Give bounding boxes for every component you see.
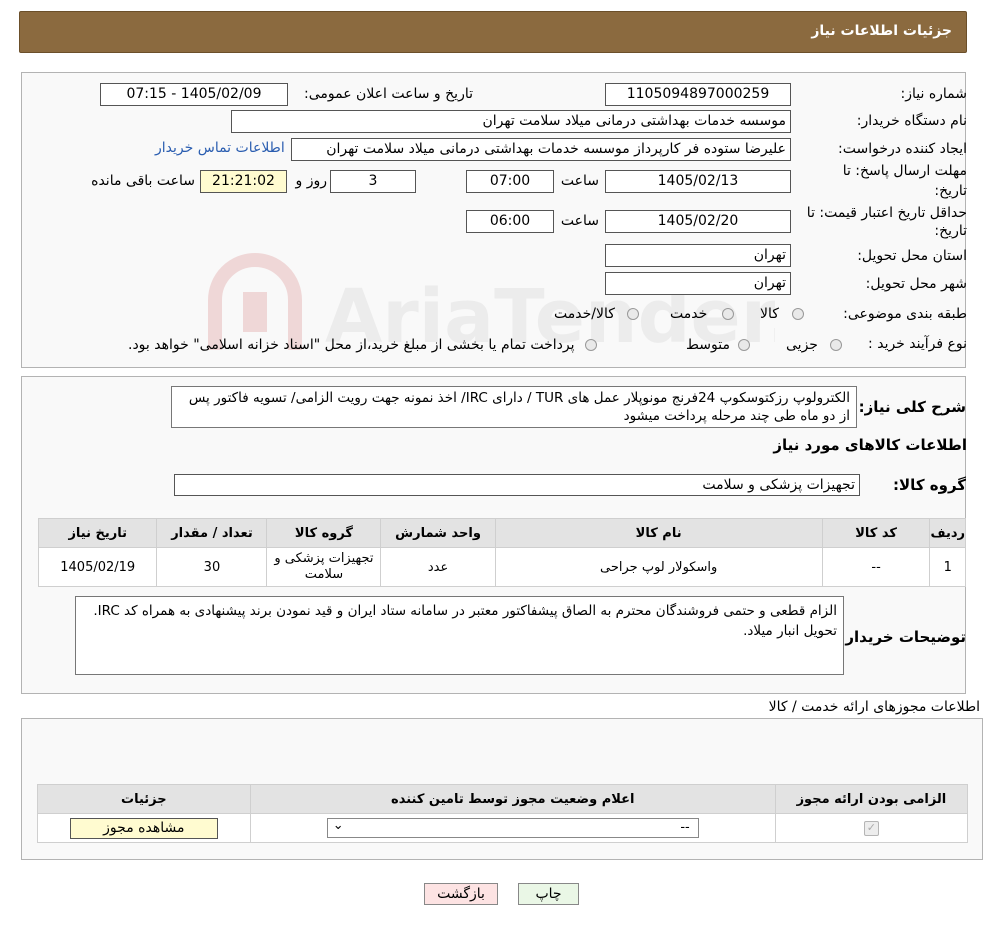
category-option-goods: کالا [760, 306, 779, 322]
buyer-contact-link[interactable]: اطلاعات تماس خریدار [155, 140, 285, 156]
cell-unit: عدد [380, 547, 496, 587]
process-label: نوع فرآیند خرید : [868, 336, 967, 352]
col-license-status: اعلام وضعیت مجوز توسط تامین کننده [249, 784, 776, 814]
cell-group: تجهیزات پزشکی و سلامت [266, 547, 382, 587]
city-label: شهر محل تحویل: [865, 276, 967, 292]
category-radio-goods[interactable] [792, 308, 804, 320]
col-license-details: جزئیات [37, 784, 251, 814]
page-title: جزئیات اطلاعات نیاز [811, 23, 952, 39]
goods-table: ردیف کد کالا نام کالا واحد شمارش گروه کا… [37, 518, 966, 587]
col-name: نام کالا [494, 518, 823, 548]
back-button[interactable]: بازگشت [424, 883, 498, 905]
province-label: استان محل تحویل: [857, 248, 967, 264]
col-license-required: الزامی بودن ارائه مجوز [774, 784, 969, 814]
need-number-label: شماره نیاز: [900, 86, 968, 102]
licenses-table-header: الزامی بودن ارائه مجوز اعلام وضعیت مجوز … [37, 784, 969, 814]
cell-license-status: -- ⌄ [249, 813, 776, 843]
cell-license-required: ✓ [774, 813, 969, 843]
need-number-field: 1105094897000259 [605, 83, 791, 106]
validity-label: حداقل تاریخ اعتبار قیمت: تا [806, 205, 967, 221]
process-radio-minor[interactable] [830, 339, 842, 351]
buyer-notes-text: الزام قطعی و حتمی فروشندگان محترم به الص… [75, 596, 844, 675]
goods-table-header: ردیف کد کالا نام کالا واحد شمارش گروه کا… [37, 518, 966, 548]
process-radio-medium[interactable] [738, 339, 750, 351]
process-checkbox-treasury[interactable] [585, 339, 597, 351]
validity-label-date: تاریخ: [934, 223, 967, 239]
creator-field: علیرضا ستوده فر کارپرداز موسسه خدمات بهد… [291, 138, 791, 161]
chevron-down-icon: ⌄ [332, 818, 344, 833]
deadline-date-field: 1405/02/13 [605, 170, 791, 193]
validity-time-field: 06:00 [466, 210, 554, 233]
deadline-time-label: ساعت [560, 173, 599, 189]
process-option-medium: متوسط [686, 337, 730, 353]
cell-row: 1 [929, 547, 966, 587]
remaining-time-field: 21:21:02 [200, 170, 287, 193]
deadline-label-date: تاریخ: [934, 183, 967, 199]
goods-group-field: تجهیزات پزشکی و سلامت [174, 474, 860, 496]
description-text: الکترولوپ رزکتوسکوپ 24فرنج مونوپلار عمل … [171, 386, 857, 428]
licenses-table: الزامی بودن ارائه مجوز اعلام وضعیت مجوز … [37, 784, 969, 843]
cell-code: -- [821, 547, 931, 587]
cell-name: واسکولار لوپ جراحی [494, 547, 823, 587]
category-option-service: خدمت [670, 306, 708, 322]
category-radio-service[interactable] [722, 308, 734, 320]
category-label: طبقه بندی موضوعی: [843, 306, 967, 322]
days-label: روز و [295, 173, 328, 189]
col-quantity: تعداد / مقدار [156, 518, 268, 548]
validity-time-label: ساعت [560, 213, 599, 229]
license-status-value: -- [680, 820, 690, 835]
category-option-goods-service: کالا/خدمت [554, 306, 615, 322]
buyer-org-label: نام دستگاه خریدار: [856, 113, 967, 129]
process-option-minor: جزیی [786, 337, 818, 353]
license-status-select[interactable]: -- ⌄ [326, 818, 699, 838]
announce-date-label: تاریخ و ساعت اعلان عمومی: [304, 86, 473, 102]
page-header: جزئیات اطلاعات نیاز [19, 11, 967, 53]
process-note: پرداخت تمام یا بخشی از مبلغ خرید،از محل … [128, 337, 575, 353]
print-button[interactable]: چاپ [518, 883, 579, 905]
cell-quantity: 30 [156, 547, 268, 587]
days-field: 3 [330, 170, 416, 193]
creator-label: ایجاد کننده درخواست: [838, 141, 967, 157]
col-unit: واحد شمارش [380, 518, 496, 548]
table-row: ✓ -- ⌄ مشاهده مجوز [37, 813, 969, 843]
license-required-checkbox[interactable]: ✓ [863, 821, 879, 836]
col-group: گروه کالا [266, 518, 382, 548]
buyer-notes-label: توضیحات خریدار: [839, 628, 966, 646]
cell-license-details: مشاهده مجوز [37, 813, 251, 843]
province-field: تهران [605, 244, 791, 267]
licenses-section-title: اطلاعات مجوزهای ارائه خدمت / کالا [768, 699, 980, 715]
validity-date-field: 1405/02/20 [605, 210, 791, 233]
buyer-org-field: موسسه خدمات بهداشتی درمانی میلاد سلامت ت… [231, 110, 791, 133]
goods-group-label: گروه کالا: [893, 476, 966, 494]
table-row: 1 -- واسکولار لوپ جراحی عدد تجهیزات پزشک… [37, 547, 966, 587]
col-code: کد کالا [821, 518, 931, 548]
announce-date-field: 1405/02/09 - 07:15 [100, 83, 288, 106]
deadline-time-field: 07:00 [466, 170, 554, 193]
description-label: شرح کلی نیاز: [858, 398, 966, 416]
deadline-label: مهلت ارسال پاسخ: تا [842, 163, 967, 179]
city-field: تهران [605, 272, 791, 295]
view-license-button[interactable]: مشاهده مجوز [69, 817, 218, 839]
remaining-time-label: ساعت باقی مانده [91, 173, 195, 189]
col-date: تاریخ نیاز [37, 518, 158, 548]
col-row: ردیف [929, 518, 966, 548]
cell-date: 1405/02/19 [37, 547, 158, 587]
category-radio-goods-service[interactable] [627, 308, 639, 320]
goods-section-title: اطلاعات کالاهای مورد نیاز [773, 436, 967, 454]
